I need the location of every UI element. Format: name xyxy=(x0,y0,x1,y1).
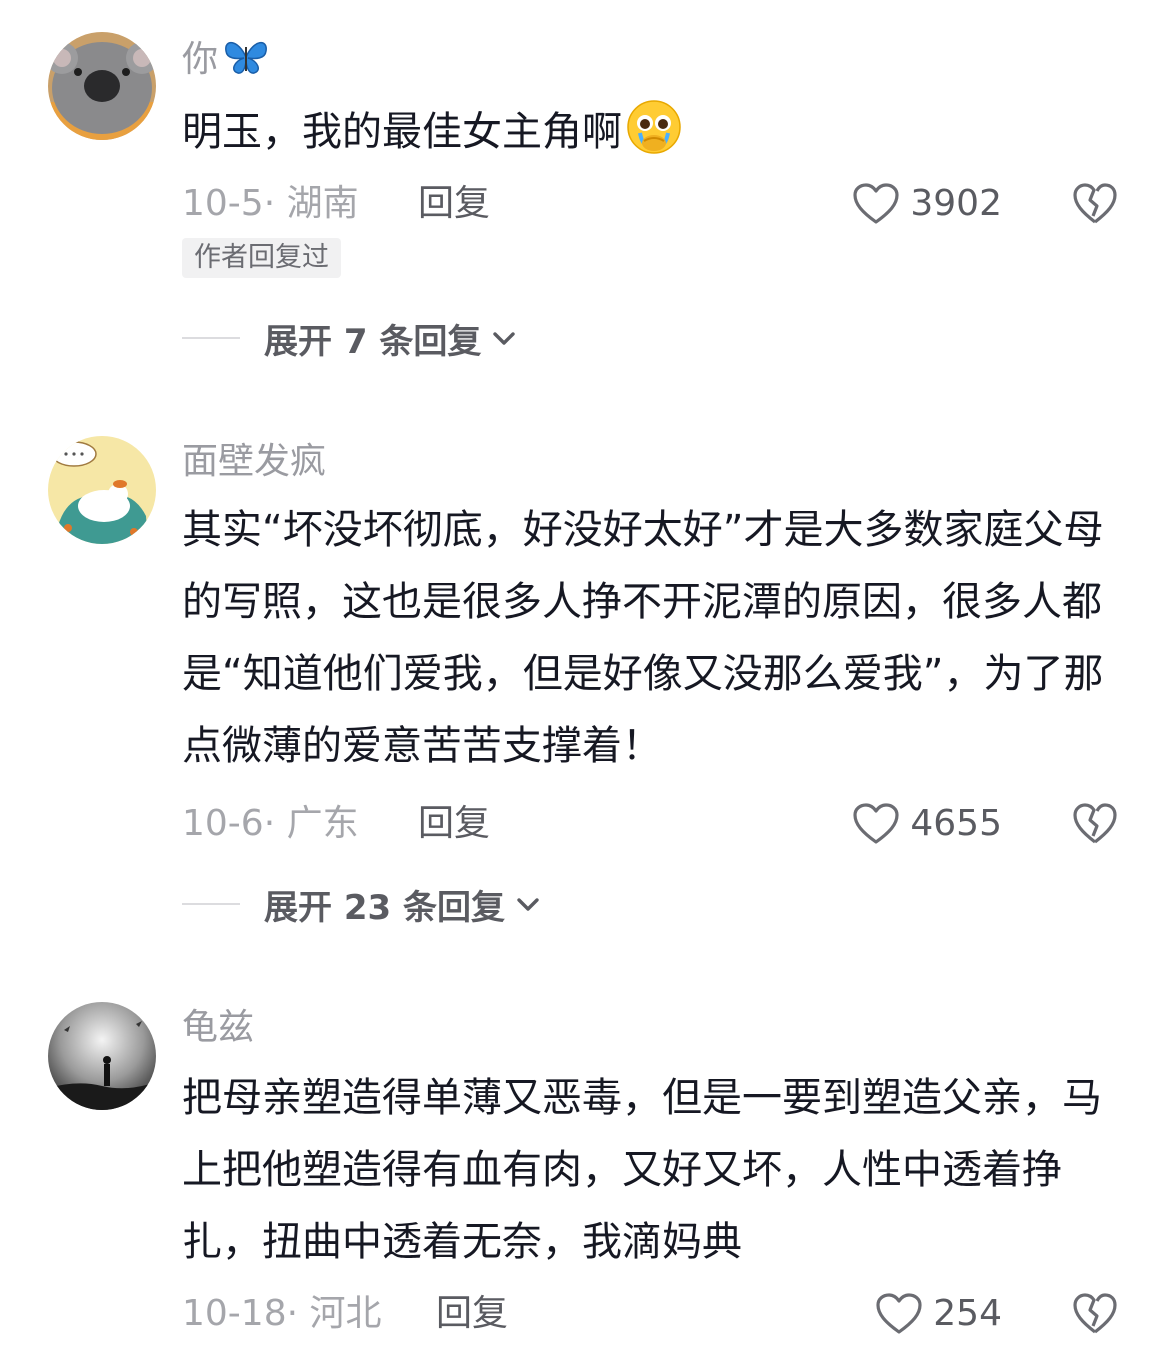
username[interactable]: 龟兹 xyxy=(182,1004,254,1052)
koala-avatar-image xyxy=(48,32,156,140)
like-count: 4655 xyxy=(910,803,1002,844)
username[interactable]: 你 xyxy=(182,36,270,84)
comment-meta: 10-6· 广东 回复 4655 xyxy=(182,800,1170,848)
blue-butterfly-icon xyxy=(222,37,270,77)
avatar[interactable] xyxy=(48,1002,156,1110)
chevron-down-icon xyxy=(517,898,539,911)
reply-button[interactable]: 回复 xyxy=(436,1290,508,1338)
heart-icon xyxy=(853,183,899,224)
date-location: 10-18· 河北 xyxy=(182,1293,382,1334)
dark-silhouette-avatar-image xyxy=(48,1002,156,1110)
cartoon-avatar-image xyxy=(48,436,156,544)
comment-list: 你 明玉，我的最佳女主角啊 10-5· 湖南 回复 3902 作者回复过 展开 … xyxy=(0,0,1170,1354)
heart-icon xyxy=(876,1293,922,1334)
author-replied-badge: 作者回复过 xyxy=(182,238,341,278)
broken-heart-icon[interactable] xyxy=(1072,1292,1118,1336)
like-button[interactable]: 4655 xyxy=(852,800,1002,848)
comment-meta: 10-18· 河北 回复 254 xyxy=(182,1290,1170,1338)
expand-replies-button[interactable]: 展开 7 条回复 xyxy=(182,314,519,362)
like-count: 254 xyxy=(933,1293,1002,1334)
expand-replies-label: 展开 23 条回复 xyxy=(264,887,505,928)
like-button[interactable]: 3902 xyxy=(852,180,1002,228)
date-location: 10-5· 湖南 xyxy=(182,183,359,224)
chevron-down-icon xyxy=(493,332,516,345)
like-count: 3902 xyxy=(910,183,1002,224)
divider-line xyxy=(182,903,240,905)
pleading-face-icon xyxy=(626,99,682,155)
divider-line xyxy=(182,337,240,339)
comment-text: 把母亲塑造得单薄又恶毒，但是一要到塑造父亲，马上把他塑造得有血有肉，又好又坏，人… xyxy=(182,1075,1102,1265)
avatar[interactable] xyxy=(48,32,156,140)
expand-replies-label: 展开 7 条回复 xyxy=(264,321,482,362)
comment-text: 其实“坏没坏彻底，好没好太好”才是大多数家庭父母的写照，这也是很多人挣不开泥潭的… xyxy=(182,507,1104,769)
username[interactable]: 面壁发疯 xyxy=(182,438,326,486)
avatar[interactable] xyxy=(48,436,156,544)
comment-text: 明玉，我的最佳女主角啊 xyxy=(182,96,1132,168)
date-location: 10-6· 广东 xyxy=(182,803,359,844)
comment-meta: 10-5· 湖南 回复 3902 xyxy=(182,180,1170,228)
reply-button[interactable]: 回复 xyxy=(418,180,490,228)
like-button[interactable]: 254 xyxy=(875,1290,1002,1338)
reply-button[interactable]: 回复 xyxy=(418,800,490,848)
broken-heart-icon[interactable] xyxy=(1072,802,1118,846)
expand-replies-button[interactable]: 展开 23 条回复 xyxy=(182,880,543,928)
heart-icon xyxy=(853,803,899,844)
broken-heart-icon[interactable] xyxy=(1072,182,1118,226)
